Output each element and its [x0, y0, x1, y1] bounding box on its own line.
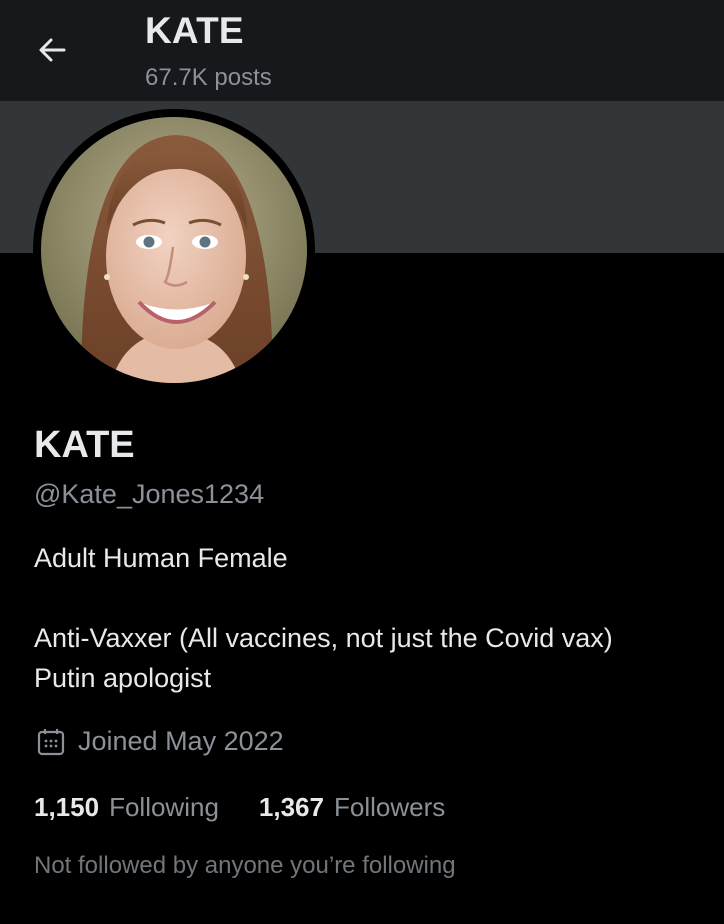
avatar[interactable] — [41, 117, 307, 383]
followers-label: Followers — [333, 792, 446, 822]
back-button[interactable] — [32, 30, 72, 70]
followers-count: 1,367 — [258, 792, 324, 822]
follow-stats: 1,150 Following 1,367 Followers — [34, 792, 445, 823]
bio-line: Adult Human Female — [34, 543, 288, 573]
joined-text: Joined May 2022 — [78, 726, 284, 756]
post-count: 67.7K posts — [145, 64, 272, 91]
following-count: 1,150 — [34, 792, 100, 822]
following-label: Following — [109, 792, 219, 822]
bio-line: Putin apologist — [34, 663, 212, 693]
bio-line: Anti-Vaxxer (All vaccines, not just the … — [34, 623, 613, 653]
username-handle: @Kate_Jones1234 — [34, 479, 265, 509]
header-title: KATE — [145, 10, 244, 51]
following-link[interactable]: 1,150 Following — [34, 792, 219, 823]
joined-date: Joined May 2022 — [36, 726, 284, 757]
arrow-left-icon — [39, 38, 66, 62]
mutuals-note: Not followed by anyone you’re following — [34, 852, 456, 879]
profile-page: KATE 67.7K posts KATE @Kate_Jones1234 Ad… — [0, 0, 724, 924]
display-name: KATE — [34, 424, 135, 466]
followers-link[interactable]: 1,367 Followers — [259, 792, 445, 823]
calendar-icon — [37, 728, 65, 755]
top-header: KATE 67.7K posts — [0, 0, 724, 101]
